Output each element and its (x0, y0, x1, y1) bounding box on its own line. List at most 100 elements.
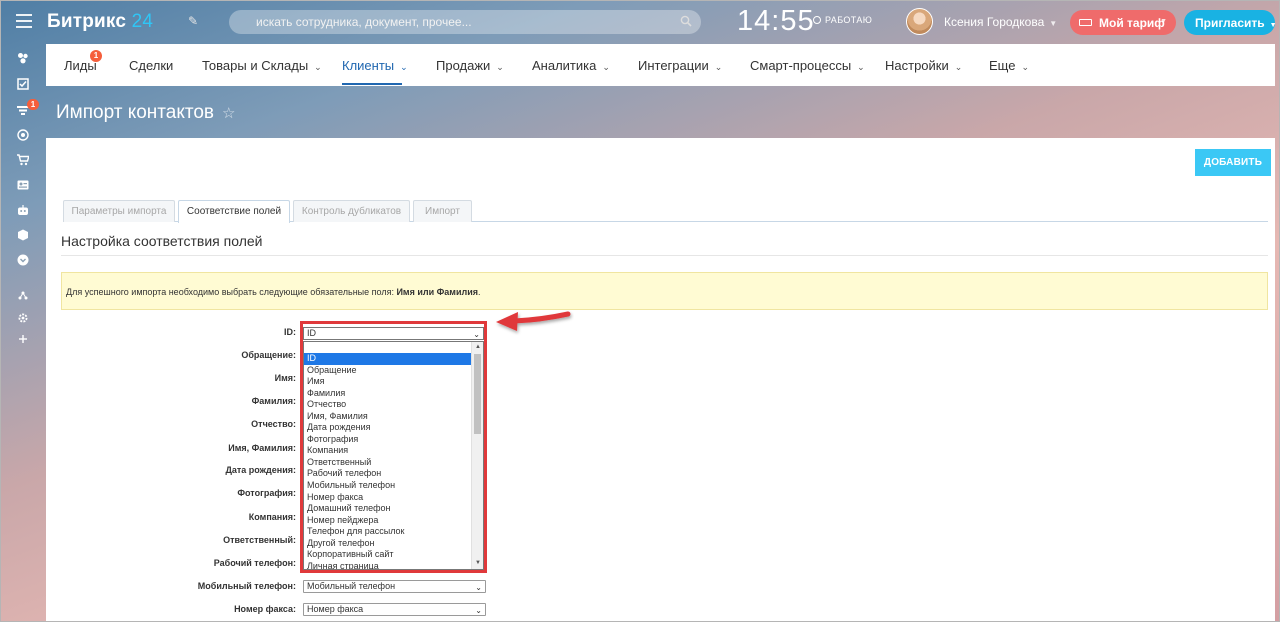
tariff-button-label: Мой тариф (1099, 16, 1165, 30)
dropdown-option[interactable]: Личная страница (304, 561, 471, 569)
dropdown-option-selected[interactable]: ID (304, 353, 471, 365)
battery-icon (1079, 19, 1092, 26)
dropdown-list: ID Обращение Имя Фамилия Отчество Имя, Ф… (303, 341, 484, 570)
menu-item-more[interactable]: Еще ⌄ (989, 58, 1029, 73)
dropdown-option[interactable] (304, 342, 471, 353)
dropdown-option[interactable]: Номер факса (304, 492, 471, 504)
tariff-button[interactable]: Мой тариф ▼ (1070, 10, 1176, 35)
menu-item-clients[interactable]: Клиенты ⌄ (342, 58, 408, 73)
clock: 14:55 (737, 5, 815, 37)
dropdown-option[interactable]: Ответственный (304, 457, 471, 469)
edit-pencil-icon[interactable]: ✎ (188, 14, 198, 28)
robot-icon[interactable] (17, 204, 29, 216)
field-label-last-name: Фамилия: (251, 396, 296, 406)
tab-import-params[interactable]: Параметры импорта (63, 200, 175, 222)
menu-item-goods[interactable]: Товары и Склады ⌄ (202, 58, 322, 73)
menu-item-label: Настройки (885, 58, 949, 73)
fax-select[interactable]: Номер факса ⌄ (303, 603, 486, 616)
field-label-photo: Фотография: (237, 488, 296, 498)
shop-icon[interactable] (17, 154, 29, 166)
tasks-icon[interactable] (17, 78, 29, 90)
work-status-label: РАБОТАЮ (825, 15, 873, 25)
work-status[interactable]: РАБОТАЮ (813, 15, 872, 25)
invite-button[interactable]: Пригласить ▼ (1184, 10, 1277, 35)
contact-card-icon[interactable] (17, 179, 29, 191)
chevron-circle-icon[interactable] (17, 254, 29, 266)
dropdown-option[interactable]: Фамилия (304, 388, 471, 400)
dropdown-option[interactable]: Мобильный телефон (304, 480, 471, 492)
dashboard-icon[interactable] (17, 52, 29, 64)
chevron-down-icon: ⌄ (857, 62, 865, 72)
notice-end: . (478, 287, 481, 297)
plus-icon[interactable] (17, 333, 29, 345)
dropdown-option[interactable]: Компания (304, 445, 471, 457)
dropdown-option[interactable]: Домашний телефон (304, 503, 471, 515)
star-icon[interactable]: ☆ (222, 105, 235, 122)
scrollbar-thumb[interactable] (474, 354, 481, 434)
menu-item-label: Продажи (436, 58, 491, 73)
menu-item-label: Еще (989, 58, 1016, 73)
user-menu[interactable]: Ксения Городкова ▼ (944, 15, 1057, 29)
menu-item-deals[interactable]: Сделки (129, 58, 173, 73)
search-placeholder: искать сотрудника, документ, прочее... (256, 15, 472, 29)
target-icon[interactable] (17, 129, 29, 141)
field-label-responsible: Ответственный: (223, 535, 296, 545)
main-menu: Лиды 1 Сделки Товары и Склады ⌄ Клиенты ⌄ … (46, 44, 1275, 86)
avatar[interactable] (906, 8, 933, 35)
menu-item-integrations[interactable]: Интеграции ⌄ (638, 58, 722, 73)
field-label-birthdate: Дата рождения: (225, 465, 296, 475)
dropdown-option[interactable]: Рабочий телефон (304, 468, 471, 480)
page-title-text: Импорт контактов (56, 102, 215, 123)
invite-button-label: Пригласить (1195, 16, 1265, 30)
search-icon[interactable] (680, 15, 692, 27)
dropdown-option[interactable]: Телефон для рассылок (304, 526, 471, 538)
dropdown-option[interactable]: Отчество (304, 399, 471, 411)
dropdown-option[interactable]: Дата рождения (304, 422, 471, 434)
dropdown-option[interactable]: Имя (304, 376, 471, 388)
chevron-down-icon: ▼ (1269, 22, 1277, 29)
dropdown-option[interactable]: Номер пейджера (304, 515, 471, 527)
menu-item-label: Аналитика (532, 58, 597, 73)
mobile-phone-select[interactable]: Мобильный телефон ⌄ (303, 580, 486, 593)
menu-item-settings[interactable]: Настройки ⌄ (885, 58, 962, 73)
id-select[interactable]: ID ⌄ (303, 327, 484, 340)
chevron-down-icon: ⌄ (714, 62, 723, 72)
dropdown-option[interactable]: Корпоративный сайт (304, 549, 471, 561)
chevron-down-icon: ⌄ (475, 583, 482, 592)
left-sidebar: 1 (0, 44, 46, 622)
scroll-down-icon[interactable]: ▼ (472, 558, 483, 569)
menu-item-label: Сделки (129, 58, 174, 73)
section-divider (61, 255, 1268, 256)
chevron-down-icon: ⌄ (1021, 62, 1029, 72)
field-label-patronymic: Отчество: (251, 419, 296, 429)
field-label-work-phone: Рабочий телефон: (213, 558, 296, 568)
gear-icon[interactable] (17, 312, 29, 324)
field-label-full-name: Имя, Фамилия: (228, 443, 296, 453)
tab-field-mapping[interactable]: Соответствие полей (178, 200, 290, 223)
dropdown-option[interactable]: Другой телефон (304, 538, 471, 550)
sitemap-icon[interactable] (17, 290, 29, 302)
menu-item-smart-processes[interactable]: Смарт-процессы ⌄ (750, 58, 865, 73)
dropdown-option[interactable]: Фотография (304, 434, 471, 446)
add-button[interactable]: ДОБАВИТЬ (1195, 149, 1271, 176)
app-logo[interactable]: Битрикс 24 (47, 11, 153, 33)
menu-item-sales[interactable]: Продажи ⌄ (436, 58, 504, 73)
tab-import[interactable]: Импорт (413, 200, 472, 222)
menu-burger-icon[interactable] (16, 14, 32, 28)
field-label-name: Имя: (274, 373, 296, 383)
dropdown-scrollbar[interactable]: ▲ ▼ (471, 342, 483, 569)
workarea: ДОБАВИТЬ Параметры импорта Соответствие … (46, 138, 1275, 622)
scroll-up-icon[interactable]: ▲ (472, 342, 483, 353)
search-input[interactable]: искать сотрудника, документ, прочее... (229, 10, 701, 34)
dropdown-option[interactable]: Имя, Фамилия (304, 411, 471, 423)
field-label-fax: Номер факса: (234, 604, 296, 614)
chevron-down-icon: ⌄ (602, 62, 610, 72)
box-icon[interactable] (17, 229, 29, 241)
dropdown-option[interactable]: Обращение (304, 365, 471, 377)
menu-item-analytics[interactable]: Аналитика ⌄ (532, 58, 610, 73)
field-label-company: Компания: (248, 512, 296, 522)
tab-duplicate-control[interactable]: Контроль дубликатов (293, 200, 410, 222)
chevron-down-icon: ▼ (1049, 19, 1058, 28)
logo-main-text: Битрикс (47, 11, 127, 32)
field-label-mobile-phone: Мобильный телефон: (197, 581, 296, 591)
